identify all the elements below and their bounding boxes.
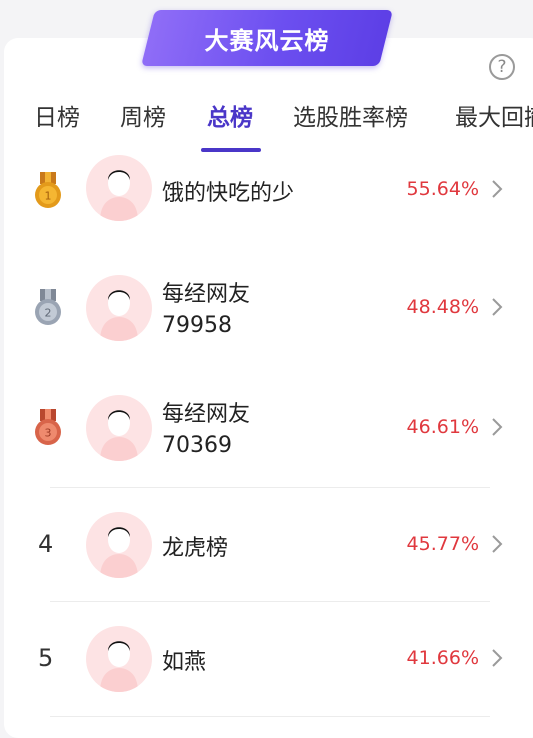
- return-rate: 48.48%: [406, 296, 479, 318]
- user-name: 每经网友: [162, 282, 251, 307]
- divider: [50, 716, 490, 717]
- user-name: 龙虎榜: [162, 536, 229, 561]
- question-circle-icon[interactable]: ?: [489, 54, 515, 80]
- avatar[interactable]: [86, 395, 152, 461]
- avatar[interactable]: [86, 155, 152, 221]
- list-item[interactable]: 3 每经网友 70369 46.61%: [0, 392, 533, 472]
- return-rate: 45.77%: [406, 533, 479, 555]
- chevron-right-icon[interactable]: [490, 534, 504, 554]
- chevron-right-icon[interactable]: [490, 417, 504, 437]
- medal-rank: 2: [45, 307, 52, 320]
- rank-number: 5: [38, 644, 54, 672]
- tab-stock-win-rate[interactable]: 选股胜率榜: [293, 96, 408, 140]
- medal-rank: 1: [45, 190, 52, 203]
- user-name: 每经网友: [162, 402, 251, 427]
- gold-medal-icon: 1: [35, 172, 61, 208]
- silver-medal-icon: 2: [35, 289, 61, 325]
- avatar[interactable]: [86, 512, 152, 578]
- bronze-medal-icon: 3: [35, 409, 61, 445]
- medal-rank: 3: [45, 427, 52, 440]
- avatar[interactable]: [86, 626, 152, 692]
- divider: [50, 487, 490, 488]
- return-rate: 46.61%: [406, 416, 479, 438]
- list-item[interactable]: 4 龙虎榜 45.77%: [0, 510, 533, 582]
- tab-daily[interactable]: 日榜: [34, 96, 80, 140]
- divider: [50, 601, 490, 602]
- chevron-right-icon[interactable]: [490, 297, 504, 317]
- tab-bar: 日榜 周榜 总榜 选股胜率榜 最大回撤: [0, 96, 533, 152]
- rank-number: 4: [38, 530, 54, 558]
- user-id: 79958: [162, 313, 232, 338]
- tab-max-drawdown[interactable]: 最大回撤: [455, 96, 533, 140]
- user-id: 70369: [162, 433, 232, 458]
- tab-weekly[interactable]: 周榜: [120, 96, 166, 140]
- user-name: 饿的快吃的少: [162, 181, 295, 206]
- active-tab-indicator: [201, 148, 261, 152]
- banner-title: 大赛风云榜: [204, 26, 330, 55]
- return-rate: 55.64%: [406, 178, 479, 200]
- list-item[interactable]: 1 饿的快吃的少 55.64%: [0, 155, 533, 230]
- tab-overall[interactable]: 总榜: [207, 96, 253, 140]
- avatar[interactable]: [86, 275, 152, 341]
- list-item[interactable]: 2 每经网友 79958 48.48%: [0, 272, 533, 352]
- list-item[interactable]: 5 如燕 41.66%: [0, 624, 533, 696]
- user-name: 如燕: [162, 650, 207, 675]
- return-rate: 41.66%: [406, 647, 479, 669]
- chevron-right-icon[interactable]: [490, 648, 504, 668]
- chevron-right-icon[interactable]: [490, 179, 504, 199]
